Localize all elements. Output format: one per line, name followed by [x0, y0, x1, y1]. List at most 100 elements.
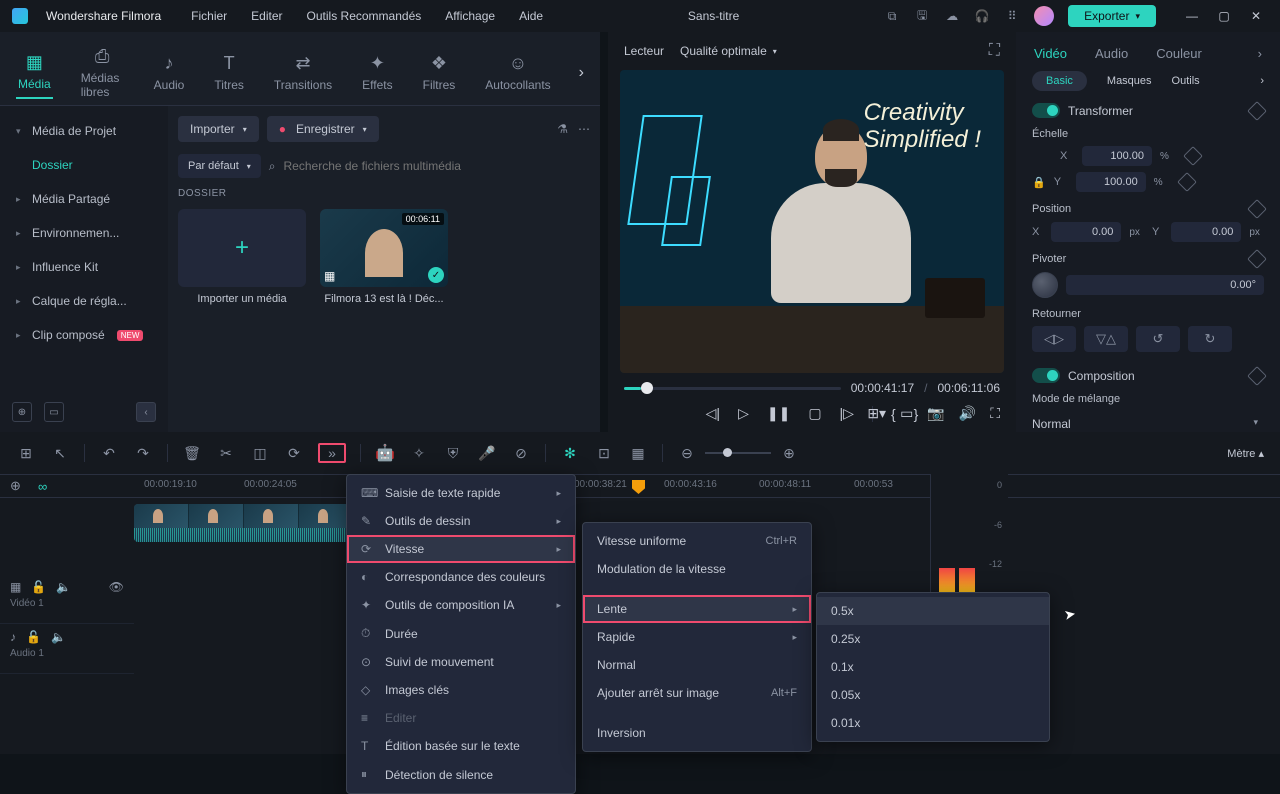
- sidebar-item-folder[interactable]: Dossier: [0, 148, 168, 182]
- tab-filters[interactable]: ❖Filtres: [421, 47, 458, 98]
- keyframe-icon[interactable]: [1247, 101, 1267, 121]
- apps-icon[interactable]: ⠿: [1004, 8, 1020, 24]
- keyframe-icon[interactable]: [1247, 199, 1267, 219]
- select-icon[interactable]: ↖: [50, 443, 70, 463]
- volume-icon[interactable]: 🔊: [959, 405, 976, 422]
- import-button[interactable]: Importer: [178, 116, 259, 142]
- link-icon[interactable]: 🔒: [1032, 176, 1046, 189]
- sidebar-item-environ[interactable]: ▸Environnemen...: [0, 216, 168, 250]
- compare-icon[interactable]: ▭: [900, 405, 913, 422]
- filter-icon[interactable]: ⚗: [557, 122, 568, 136]
- pos-x-input[interactable]: 0.00: [1051, 222, 1121, 242]
- tab-stickers[interactable]: ☺Autocollants: [483, 47, 552, 98]
- flip-v-icon[interactable]: ▽△: [1084, 326, 1128, 352]
- ctx-0-5x[interactable]: 0.5x: [817, 597, 1049, 625]
- ctx-keyframes[interactable]: ◇Images clés: [347, 676, 575, 704]
- search-input[interactable]: [284, 159, 590, 173]
- keyframe-icon[interactable]: [1247, 249, 1267, 269]
- subtab-more-icon[interactable]: ›: [1260, 75, 1264, 87]
- sparkle-icon[interactable]: ✧: [409, 443, 429, 463]
- subtab-basic[interactable]: Basic: [1032, 71, 1087, 91]
- menu-file[interactable]: Fichier: [191, 9, 227, 23]
- tab-media[interactable]: ▦Média: [16, 46, 53, 99]
- rotate-dial[interactable]: [1032, 272, 1058, 298]
- cut-icon[interactable]: ✂: [216, 443, 236, 463]
- zoom-slider[interactable]: [705, 452, 771, 454]
- menu-tools[interactable]: Outils Recommandés: [307, 9, 422, 23]
- ctx-0-25x[interactable]: 0.25x: [817, 625, 1049, 653]
- tag-icon[interactable]: ⊘: [511, 443, 531, 463]
- menu-edit[interactable]: Editer: [251, 9, 282, 23]
- maximize-icon[interactable]: ▢: [1212, 9, 1236, 23]
- delete-icon[interactable]: 🗑: [182, 443, 202, 463]
- ctx-normal[interactable]: Normal: [583, 651, 811, 679]
- pause-icon[interactable]: ❚❚: [767, 405, 790, 422]
- sidebar-item-shared[interactable]: ▸Média Partagé: [0, 182, 168, 216]
- camera-icon[interactable]: 📷: [927, 405, 944, 422]
- ratio-icon[interactable]: ⊞▾: [867, 405, 886, 422]
- menu-help[interactable]: Aide: [519, 9, 543, 23]
- ctx-ai-compose[interactable]: ✦Outils de composition IA▸: [347, 591, 575, 619]
- import-card[interactable]: + Importer un média: [178, 209, 306, 305]
- sidebar-item-compound[interactable]: ▸Clip composéNEW: [0, 318, 168, 352]
- tab-titles[interactable]: TTitres: [212, 47, 246, 98]
- play-icon[interactable]: ▷: [738, 405, 749, 422]
- undo-icon[interactable]: ↶: [99, 443, 119, 463]
- video-clip[interactable]: ▶ Filmora 13 est là ! Découvrez toutes: [134, 504, 354, 542]
- video-preview[interactable]: CreativitySimplified !: [620, 70, 1004, 373]
- next-icon[interactable]: |▷: [840, 405, 854, 422]
- shield-icon[interactable]: ⛨: [443, 443, 463, 463]
- export-button[interactable]: Exporter: [1068, 5, 1156, 27]
- lock-icon[interactable]: 🔓: [26, 630, 41, 644]
- zoom-in-icon[interactable]: ⊕: [779, 443, 799, 463]
- prop-tab-color[interactable]: Couleur: [1156, 46, 1202, 61]
- ctx-uniform-speed[interactable]: Vitesse uniformeCtrl+R: [583, 527, 811, 555]
- cloud-icon[interactable]: ☁: [944, 8, 960, 24]
- scale-y-input[interactable]: 100.00: [1076, 172, 1146, 192]
- ctx-fast[interactable]: Rapide▸: [583, 623, 811, 651]
- add-track-icon[interactable]: ⊕: [10, 478, 28, 494]
- menu-view[interactable]: Affichage: [445, 9, 495, 23]
- save-icon[interactable]: 🖫: [914, 8, 930, 24]
- composition-toggle[interactable]: [1032, 368, 1060, 383]
- more-tools-icon[interactable]: »: [318, 443, 346, 463]
- ctx-silence[interactable]: ⏸Détection de silence: [347, 760, 575, 789]
- tabs-more-icon[interactable]: ›: [579, 64, 584, 82]
- minimize-icon[interactable]: —: [1180, 9, 1204, 23]
- tab-free-media[interactable]: ⎙Médias libres: [79, 40, 126, 105]
- prop-more-icon[interactable]: ›: [1258, 46, 1262, 61]
- tab-audio[interactable]: ♪Audio: [152, 47, 187, 98]
- ctx-duration[interactable]: ⏱Durée: [347, 619, 575, 648]
- quality-select[interactable]: Qualité optimale▾: [680, 44, 777, 58]
- collapse-sidebar-icon[interactable]: ‹: [136, 402, 156, 422]
- mic-icon[interactable]: 🎤: [477, 443, 497, 463]
- sidebar-item-influence[interactable]: ▸Influence Kit: [0, 250, 168, 284]
- meter-dropdown[interactable]: Mètre ▴: [1227, 447, 1264, 460]
- ai-icon[interactable]: 🤖: [375, 443, 395, 463]
- link-icon[interactable]: ▦: [628, 443, 648, 463]
- ruler[interactable]: 00:00:19:10 00:00:24:05 00:00:38:21 00:0…: [134, 475, 1280, 497]
- more-icon[interactable]: ⋯: [578, 122, 590, 136]
- scrub-bar[interactable]: [624, 387, 841, 390]
- speed-icon[interactable]: ⟳: [284, 443, 304, 463]
- zoom-out-icon[interactable]: ⊖: [677, 443, 697, 463]
- grid-icon[interactable]: ⊞: [16, 443, 36, 463]
- ctx-text-edit[interactable]: TÉdition basée sur le texte: [347, 732, 575, 760]
- ctx-motion-track[interactable]: ⊙Suivi de mouvement: [347, 648, 575, 676]
- snapshot-icon[interactable]: ⛶: [989, 42, 1000, 60]
- sort-select[interactable]: Par défaut: [178, 154, 261, 178]
- ctx-reverse[interactable]: Inversion: [583, 719, 811, 747]
- tab-effects[interactable]: ✦Effets: [360, 47, 394, 98]
- ctx-0-01x[interactable]: 0.01x: [817, 709, 1049, 737]
- media-card[interactable]: 00:06:11 ▦ ✓ Filmora 13 est là ! Déc...: [320, 209, 448, 305]
- headphones-icon[interactable]: 🎧: [974, 8, 990, 24]
- ctx-speed-ramp[interactable]: Modulation de la vitesse: [583, 555, 811, 583]
- ctx-draw-tools[interactable]: ✎Outils de dessin▸: [347, 507, 575, 535]
- snap-icon[interactable]: ⊡: [594, 443, 614, 463]
- ctx-text-input[interactable]: ⌨Saisie de texte rapide▸: [347, 479, 575, 507]
- audio-track-head[interactable]: ♪🔓🔈 Audio 1: [0, 624, 134, 674]
- lock-icon[interactable]: 🔓: [31, 580, 46, 594]
- redo-icon[interactable]: ↷: [133, 443, 153, 463]
- keyframe-icon[interactable]: [1183, 146, 1203, 166]
- mute-icon[interactable]: 🔈: [56, 580, 71, 594]
